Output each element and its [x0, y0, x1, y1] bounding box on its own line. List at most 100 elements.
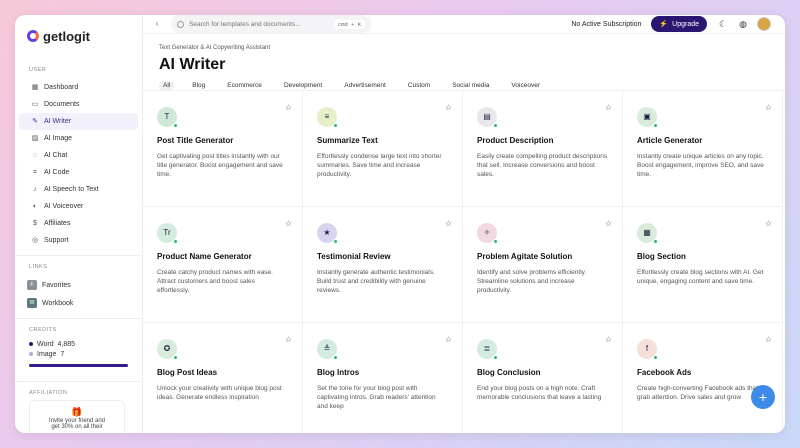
dark-mode-moon-icon[interactable]: ☾ [717, 18, 729, 30]
breadcrumb[interactable]: Text Generator & AI Copywriting Assistan… [159, 45, 769, 51]
active-status-dot [173, 239, 178, 244]
credit-image: Image 7 [15, 349, 142, 359]
filter-tabs: All Blog Ecommerce Development Advertisement… [159, 81, 769, 90]
template-icon-glyph: ✪ [163, 344, 171, 353]
section-label-credits: CREDITS [29, 327, 57, 333]
promo-line-2: get 30% on all their [51, 424, 103, 430]
sidebar-item-ai-speech-to-text[interactable]: ♪ AI Speech to Text [19, 181, 138, 198]
logo[interactable]: getlogit [15, 27, 142, 45]
search-icon [177, 20, 184, 28]
template-card[interactable]: ✧ ☆ Problem Agitate Solution Identify and s… [463, 207, 623, 323]
template-icon: ≣ [477, 339, 498, 360]
tab-advertisement[interactable]: Advertisement [340, 81, 390, 90]
user-avatar[interactable] [757, 17, 771, 31]
template-description: Effortlessly create blog sections with A… [637, 269, 764, 285]
collapse-sidebar-chevron-left-icon[interactable]: ‹ [151, 18, 163, 30]
template-description: Identify and solve problems efficiently.… [477, 269, 587, 294]
sidebar-item-ai-chat[interactable]: ◌ AI Chat [19, 147, 138, 164]
template-icon-glyph: ▣ [643, 112, 651, 121]
favorite-star-icon[interactable]: ☆ [445, 335, 452, 344]
template-card[interactable]: ★ ☆ Testimonial Review Instantly generate a… [303, 207, 463, 323]
tab-blog[interactable]: Blog [188, 81, 209, 90]
section-label-affiliation: AFFILIATION [29, 390, 68, 396]
template-icon: ★ [317, 223, 338, 244]
template-icon-glyph: ≡ [324, 112, 330, 121]
favorite-star-icon[interactable]: ☆ [285, 103, 292, 112]
template-title: Product Name Generator [157, 252, 252, 261]
favorite-star-icon[interactable]: ☆ [605, 335, 612, 344]
template-description: Unlock your creativity with unique blog … [157, 385, 282, 401]
favorite-star-icon[interactable]: ☆ [445, 219, 452, 228]
favorite-star-icon[interactable]: ☆ [605, 103, 612, 112]
upgrade-button[interactable]: ⚡ Upgrade [651, 16, 707, 32]
search-bar[interactable]: cmd + K [171, 15, 371, 33]
add-plus-button[interactable]: + [751, 385, 775, 409]
language-globe-icon[interactable]: ◍ [737, 18, 749, 30]
template-icon: T [157, 107, 178, 128]
grid-icon: ▦ [31, 83, 39, 91]
active-status-dot [653, 355, 658, 360]
template-card[interactable]: ✪ ☆ Blog Post Ideas Unlock your creativity … [143, 323, 303, 433]
favorite-star-icon[interactable]: ☆ [765, 335, 772, 344]
template-description: Easily create compelling product descrip… [477, 153, 608, 178]
template-title: Problem Agitate Solution [477, 252, 573, 261]
tab-ecommerce[interactable]: Ecommerce [223, 81, 266, 90]
template-card[interactable]: f ☆ Facebook Ads Create high-converting Fac… [623, 323, 783, 433]
sidebar-item-label: AI Speech to Text [44, 186, 99, 193]
template-card[interactable]: Tr ☆ Product Name Generator Create catchy p… [143, 207, 303, 323]
template-card[interactable]: ≜ ☆ Blog Intros Set the tone for your blog … [303, 323, 463, 433]
template-description: Instantly create unique articles on any … [637, 153, 764, 178]
sidebar-item-documents[interactable]: ▭ Documents [19, 96, 138, 113]
link-workbook[interactable]: W Workbook [15, 294, 142, 312]
template-card[interactable]: ≡ ☆ Summarize Text Effortlessly condense la… [303, 91, 463, 207]
template-card[interactable]: ▣ ☆ Article Generator Instantly create uniq… [623, 91, 783, 207]
tab-voiceover[interactable]: Voiceover [507, 81, 544, 90]
template-description: Effortlessly condense large text into sh… [317, 153, 442, 178]
active-status-dot [173, 123, 178, 128]
template-card[interactable]: ▤ ☆ Product Description Easily create compe… [463, 91, 623, 207]
image-dot-icon [29, 352, 33, 356]
sidebar-item-support[interactable]: ◎ Support [19, 232, 138, 249]
favorite-star-icon[interactable]: ☆ [445, 103, 452, 112]
template-icon-glyph: ≣ [483, 344, 491, 353]
search-input[interactable] [189, 20, 334, 28]
word-dot-icon [29, 342, 33, 346]
sidebar-item-dashboard[interactable]: ▦ Dashboard [19, 79, 138, 96]
favorite-star-icon[interactable]: ☆ [765, 103, 772, 112]
template-description: Set the tone for your blog post with cap… [317, 385, 436, 410]
template-card[interactable]: ▦ ☆ Blog Section Effortlessly create blog s… [623, 207, 783, 323]
favorite-star-icon[interactable]: ☆ [605, 219, 612, 228]
tab-social-media[interactable]: Social media [448, 81, 493, 90]
sidebar-item-affiliates[interactable]: $ Affiliates [19, 215, 138, 232]
template-icon: f [637, 339, 658, 360]
tab-development[interactable]: Development [280, 81, 326, 90]
link-label: Favorites [42, 281, 71, 289]
template-icon-glyph: ≜ [323, 344, 331, 353]
sidebar-nav: ▦ Dashboard ▭ Documents ✎ AI Writer ▨ AI Image ◌… [15, 79, 142, 249]
affiliate-promo-card[interactable]: 🎁 Invite your friend and get 30% on all … [29, 400, 125, 433]
tab-all[interactable]: All [159, 81, 175, 90]
template-description: End your blog posts on a high note. Craf… [477, 385, 602, 401]
sidebar-item-ai-image[interactable]: ▨ AI Image [19, 130, 138, 147]
tab-custom[interactable]: Custom [404, 81, 434, 90]
template-card[interactable]: ≣ ☆ Blog Conclusion End your blog posts on … [463, 323, 623, 433]
template-icon: ▦ [637, 223, 658, 244]
link-favorites[interactable]: F Favorites [15, 276, 142, 294]
sidebar-item-ai-voiceover[interactable]: ◐ AI Voiceover [19, 198, 138, 215]
active-status-dot [493, 123, 498, 128]
subscription-status[interactable]: No Active Subscription [571, 21, 641, 28]
image-icon: ▨ [31, 134, 39, 142]
sidebar-item-ai-code[interactable]: ⌗ AI Code [19, 164, 138, 181]
mic-icon: ♪ [33, 185, 37, 193]
template-icon: Tr [157, 223, 178, 244]
template-card[interactable]: T ☆ Post Title Generator Get captivating po… [143, 91, 303, 207]
code-icon: ⌗ [33, 168, 37, 176]
support-icon: ◎ [31, 236, 39, 244]
logo-text: getlogit [43, 28, 90, 44]
sidebar-item-ai-writer[interactable]: ✎ AI Writer [19, 113, 138, 130]
favorite-star-icon[interactable]: ☆ [285, 219, 292, 228]
favorite-star-icon[interactable]: ☆ [285, 335, 292, 344]
favorite-star-icon[interactable]: ☆ [765, 219, 772, 228]
credit-image-label: Image [37, 350, 57, 358]
active-status-dot [173, 355, 178, 360]
